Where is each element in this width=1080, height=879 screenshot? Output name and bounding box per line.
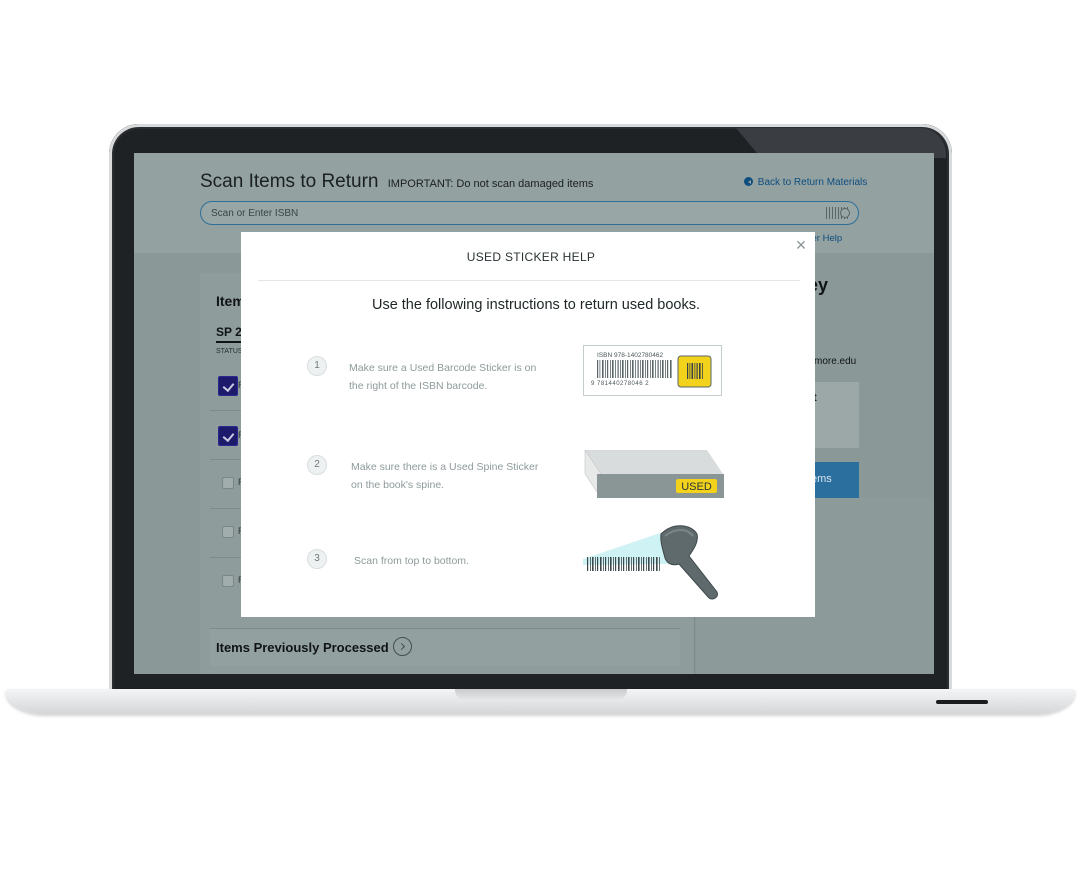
modal-subtitle: Use the following instructions to return… — [371, 297, 701, 313]
summary-box — [815, 382, 859, 448]
previously-processed-title: Items Previously Processed — [216, 640, 389, 655]
student-email: more.edu — [814, 356, 857, 367]
chevron-right-icon[interactable] — [393, 637, 412, 656]
important-label: IMPORTANT: — [387, 178, 454, 190]
step-1-number: 1 — [307, 356, 327, 376]
book-spine-sticker-illustration: USED — [584, 449, 724, 499]
laptop-foot — [936, 700, 988, 704]
step-3-text: Scan from top to bottom. — [354, 555, 469, 567]
modal-title: USED STICKER HELP — [466, 250, 596, 264]
step-3-number: 3 — [307, 549, 327, 569]
barcode-scanner-illustration — [583, 525, 718, 600]
step-2-text: Make sure there is a Used Spine Sticker … — [351, 461, 539, 491]
back-to-return-materials-link[interactable]: Back to Return Materials — [744, 177, 867, 188]
item-checkbox-5[interactable] — [222, 575, 234, 587]
used-sticker-label: USED — [681, 481, 712, 493]
item-checkbox-1[interactable] — [218, 376, 238, 396]
isbn-search-bar — [200, 201, 859, 225]
scanner-body — [660, 525, 718, 600]
important-text: Do not scan damaged items — [456, 178, 594, 190]
scanned-barcode — [587, 557, 660, 571]
page-title-text: Scan Items to Return — [200, 171, 379, 192]
modal-divider — [258, 280, 800, 281]
item-checkbox-2[interactable] — [218, 426, 238, 446]
barcode-scan-icon[interactable] — [826, 207, 850, 219]
laptop-base-notch — [455, 689, 627, 700]
semester-tab[interactable]: SP 2 — [216, 325, 242, 343]
item-checkbox-3[interactable] — [222, 477, 234, 489]
step-1-text: Make sure a Used Barcode Sticker is on t… — [349, 362, 537, 392]
back-arrow-icon — [744, 177, 753, 186]
used-barcode-sticker-illustration: ISBN 978-1402780462 9 781440278046 2 — [583, 345, 722, 396]
status-column-label: STATUS — [216, 348, 243, 355]
page-title: Scan Items to Return IMPORTANT: Do not s… — [200, 171, 593, 193]
isbn-label: ISBN 978-1402780462 — [597, 352, 664, 359]
back-link-label: Back to Return Materials — [757, 177, 868, 188]
important-notice: IMPORTANT: Do not scan damaged items — [388, 178, 594, 190]
book-top — [585, 450, 723, 474]
item-checkbox-4[interactable] — [222, 526, 234, 538]
used-sticker-help-modal: × USED STICKER HELP Use the following in… — [241, 232, 815, 617]
step-2-number: 2 — [307, 455, 327, 475]
items-previously-processed-bar[interactable]: Items Previously Processed — [210, 628, 680, 666]
barcode-digits: 9 781440278046 2 — [591, 381, 649, 387]
isbn-search-input[interactable] — [211, 206, 811, 220]
